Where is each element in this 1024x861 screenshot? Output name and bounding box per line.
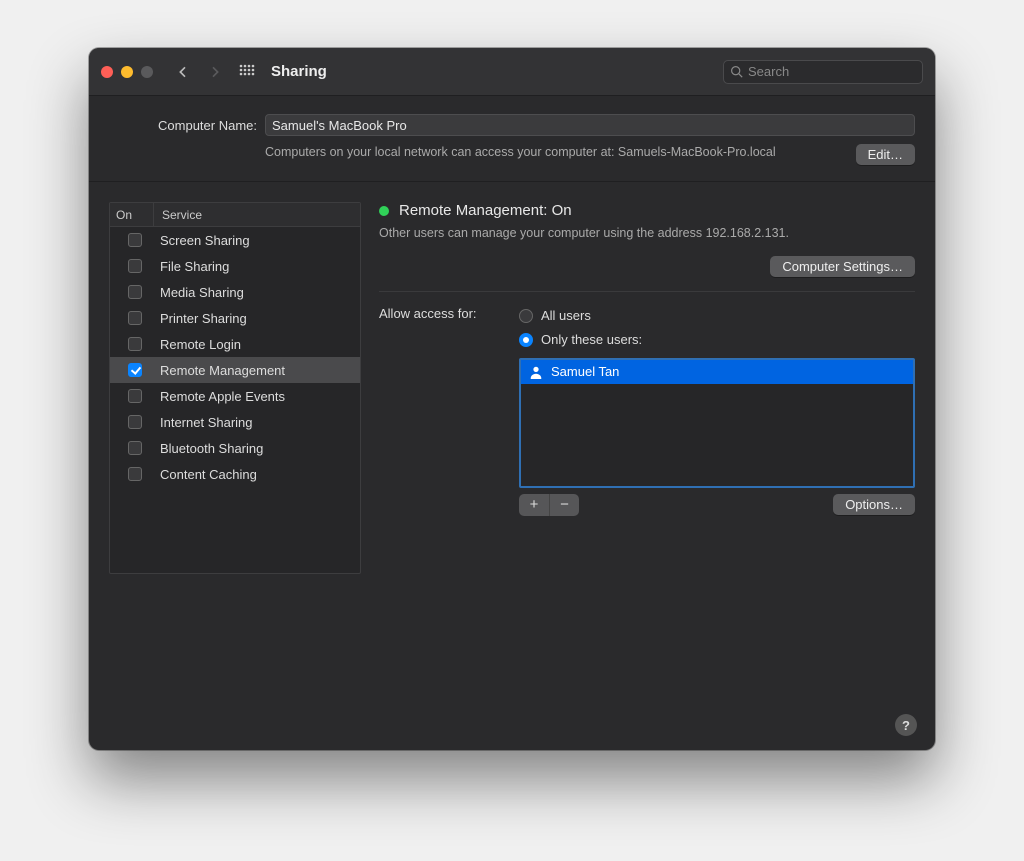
remove-user-button[interactable]: −	[549, 494, 579, 516]
service-label: Bluetooth Sharing	[154, 441, 360, 456]
service-label: Printer Sharing	[154, 311, 360, 326]
access-label: Allow access for:	[379, 304, 509, 516]
service-checkbox[interactable]	[128, 363, 142, 377]
service-checkbox[interactable]	[128, 259, 142, 273]
computer-name-section: Computer Name: Computers on your local n…	[89, 96, 935, 182]
forward-button[interactable]	[203, 60, 227, 84]
radio-button[interactable]	[519, 333, 533, 347]
window-controls	[101, 66, 153, 78]
title-bar: Sharing Search	[89, 48, 935, 96]
show-all-button[interactable]	[235, 60, 259, 84]
edit-hostname-button[interactable]: Edit…	[856, 144, 915, 165]
services-col-on: On	[110, 203, 154, 226]
service-label: Remote Management	[154, 363, 360, 378]
back-button[interactable]	[171, 60, 195, 84]
service-row[interactable]: Bluetooth Sharing	[110, 435, 360, 461]
main-content: On Service Screen Sharing File Sharing Med…	[89, 182, 935, 750]
service-checkbox[interactable]	[128, 311, 142, 325]
service-row[interactable]: Printer Sharing	[110, 305, 360, 331]
grid-icon	[239, 64, 255, 80]
radio-all-users[interactable]: All users	[519, 304, 915, 328]
service-checkbox[interactable]	[128, 467, 142, 481]
computer-name-field[interactable]	[265, 114, 915, 136]
close-window-button[interactable]	[101, 66, 113, 78]
radio-only-label: Only these users:	[541, 332, 642, 347]
help-button[interactable]: ?	[895, 714, 917, 736]
service-row[interactable]: File Sharing	[110, 253, 360, 279]
computer-settings-button[interactable]: Computer Settings…	[770, 256, 915, 277]
service-checkbox[interactable]	[128, 233, 142, 247]
service-label: Internet Sharing	[154, 415, 360, 430]
services-col-service: Service	[154, 203, 360, 227]
service-checkbox[interactable]	[128, 441, 142, 455]
service-row[interactable]: Remote Apple Events	[110, 383, 360, 409]
status-title: Remote Management: On	[399, 202, 572, 219]
computer-name-subtext: Computers on your local network can acce…	[265, 144, 856, 161]
service-label: Media Sharing	[154, 285, 360, 300]
service-detail: Remote Management: On Other users can ma…	[379, 202, 915, 730]
user-row[interactable]: Samuel Tan	[521, 360, 913, 384]
service-row[interactable]: Media Sharing	[110, 279, 360, 305]
service-checkbox[interactable]	[128, 415, 142, 429]
service-row[interactable]: Screen Sharing	[110, 227, 360, 253]
service-label: Remote Login	[154, 337, 360, 352]
service-label: Content Caching	[154, 467, 360, 482]
service-label: File Sharing	[154, 259, 360, 274]
options-button[interactable]: Options…	[833, 494, 915, 515]
chevron-left-icon	[175, 64, 191, 80]
radio-only-users[interactable]: Only these users:	[519, 328, 915, 352]
search-input[interactable]: Search	[723, 60, 923, 84]
computer-name-label: Computer Name:	[109, 118, 257, 133]
zoom-window-button[interactable]	[141, 66, 153, 78]
search-placeholder: Search	[748, 64, 789, 79]
chevron-right-icon	[207, 64, 223, 80]
add-user-button[interactable]: +	[519, 494, 549, 516]
service-row[interactable]: Remote Management	[110, 357, 360, 383]
radio-button[interactable]	[519, 309, 533, 323]
minimize-window-button[interactable]	[121, 66, 133, 78]
user-name: Samuel Tan	[551, 364, 619, 379]
service-row[interactable]: Remote Login	[110, 331, 360, 357]
service-row[interactable]: Content Caching	[110, 461, 360, 487]
service-checkbox[interactable]	[128, 389, 142, 403]
allowed-users-list[interactable]: Samuel Tan	[519, 358, 915, 488]
service-checkbox[interactable]	[128, 337, 142, 351]
window-title: Sharing	[271, 63, 327, 80]
service-label: Screen Sharing	[154, 233, 360, 248]
services-table: On Service Screen Sharing File Sharing Med…	[109, 202, 361, 574]
service-label: Remote Apple Events	[154, 389, 360, 404]
user-list-controls: + −	[519, 494, 579, 516]
service-checkbox[interactable]	[128, 285, 142, 299]
search-icon	[730, 65, 743, 78]
separator	[379, 291, 915, 292]
service-row[interactable]: Internet Sharing	[110, 409, 360, 435]
status-description: Other users can manage your computer usi…	[379, 225, 915, 242]
status-indicator-icon	[379, 206, 389, 216]
person-icon	[529, 365, 543, 379]
services-header: On Service	[110, 203, 360, 227]
sharing-preferences-window: Sharing Search Computer Name: Computers …	[89, 48, 935, 750]
radio-all-label: All users	[541, 308, 591, 323]
